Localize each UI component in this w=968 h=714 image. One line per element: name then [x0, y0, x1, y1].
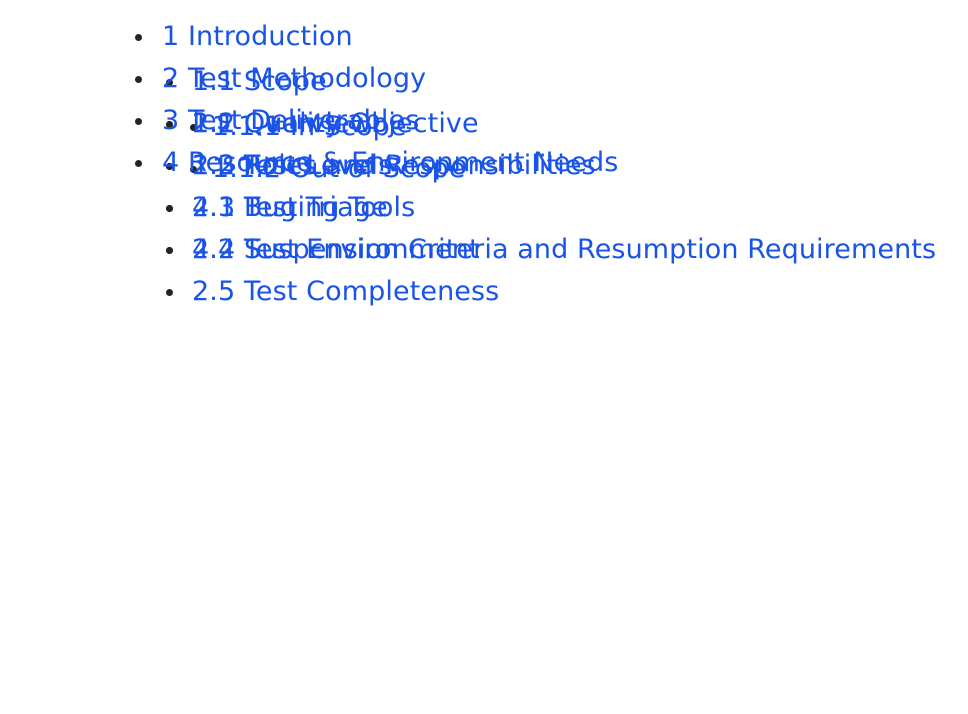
toc-item: 3 Test Deliverables — [135, 100, 968, 142]
toc-list-level-2: 4.1 Testing Tools 4.2 Test Environment — [135, 187, 968, 271]
toc-link[interactable]: 4 Resource & Environment Needs — [162, 142, 618, 184]
toc-link[interactable]: 2 Test Methodology — [162, 58, 426, 100]
bullet-icon — [135, 76, 142, 83]
toc-link[interactable]: 3 Test Deliverables — [162, 100, 419, 142]
toc-item: 1 Introduction 1.1 Scope 1.1.1 In Scope 1.1… — [135, 16, 968, 184]
toc-item: 4 Resource & Environment Needs 4.1 Testin… — [135, 142, 968, 265]
bullet-icon — [135, 118, 142, 125]
toc-link[interactable]: 2.5 Test Completeness — [192, 271, 499, 313]
toc-link[interactable]: 4.2 Test Environment — [192, 229, 480, 271]
toc-item: 2.5 Test Completeness — [166, 271, 968, 313]
bullet-icon — [135, 160, 142, 167]
bullet-icon — [166, 289, 173, 296]
toc-list-level-1: 1 Introduction 1.1 Scope 1.1.1 In Scope 1.1… — [0, 16, 968, 307]
bullet-icon — [166, 247, 173, 254]
toc-item: 4.1 Testing Tools — [166, 187, 968, 229]
bullet-icon — [135, 34, 142, 41]
table-of-contents: 1 Introduction 1.1 Scope 1.1.1 In Scope 1.1… — [0, 0, 968, 307]
bullet-icon — [166, 205, 173, 212]
toc-item: 2 Test Methodology 2.1 Overview 2.2 Test L… — [135, 58, 968, 307]
toc-item: 4.2 Test Environment — [166, 229, 968, 271]
toc-link[interactable]: 4.1 Testing Tools — [192, 187, 415, 229]
toc-link[interactable]: 1 Introduction — [162, 16, 353, 58]
